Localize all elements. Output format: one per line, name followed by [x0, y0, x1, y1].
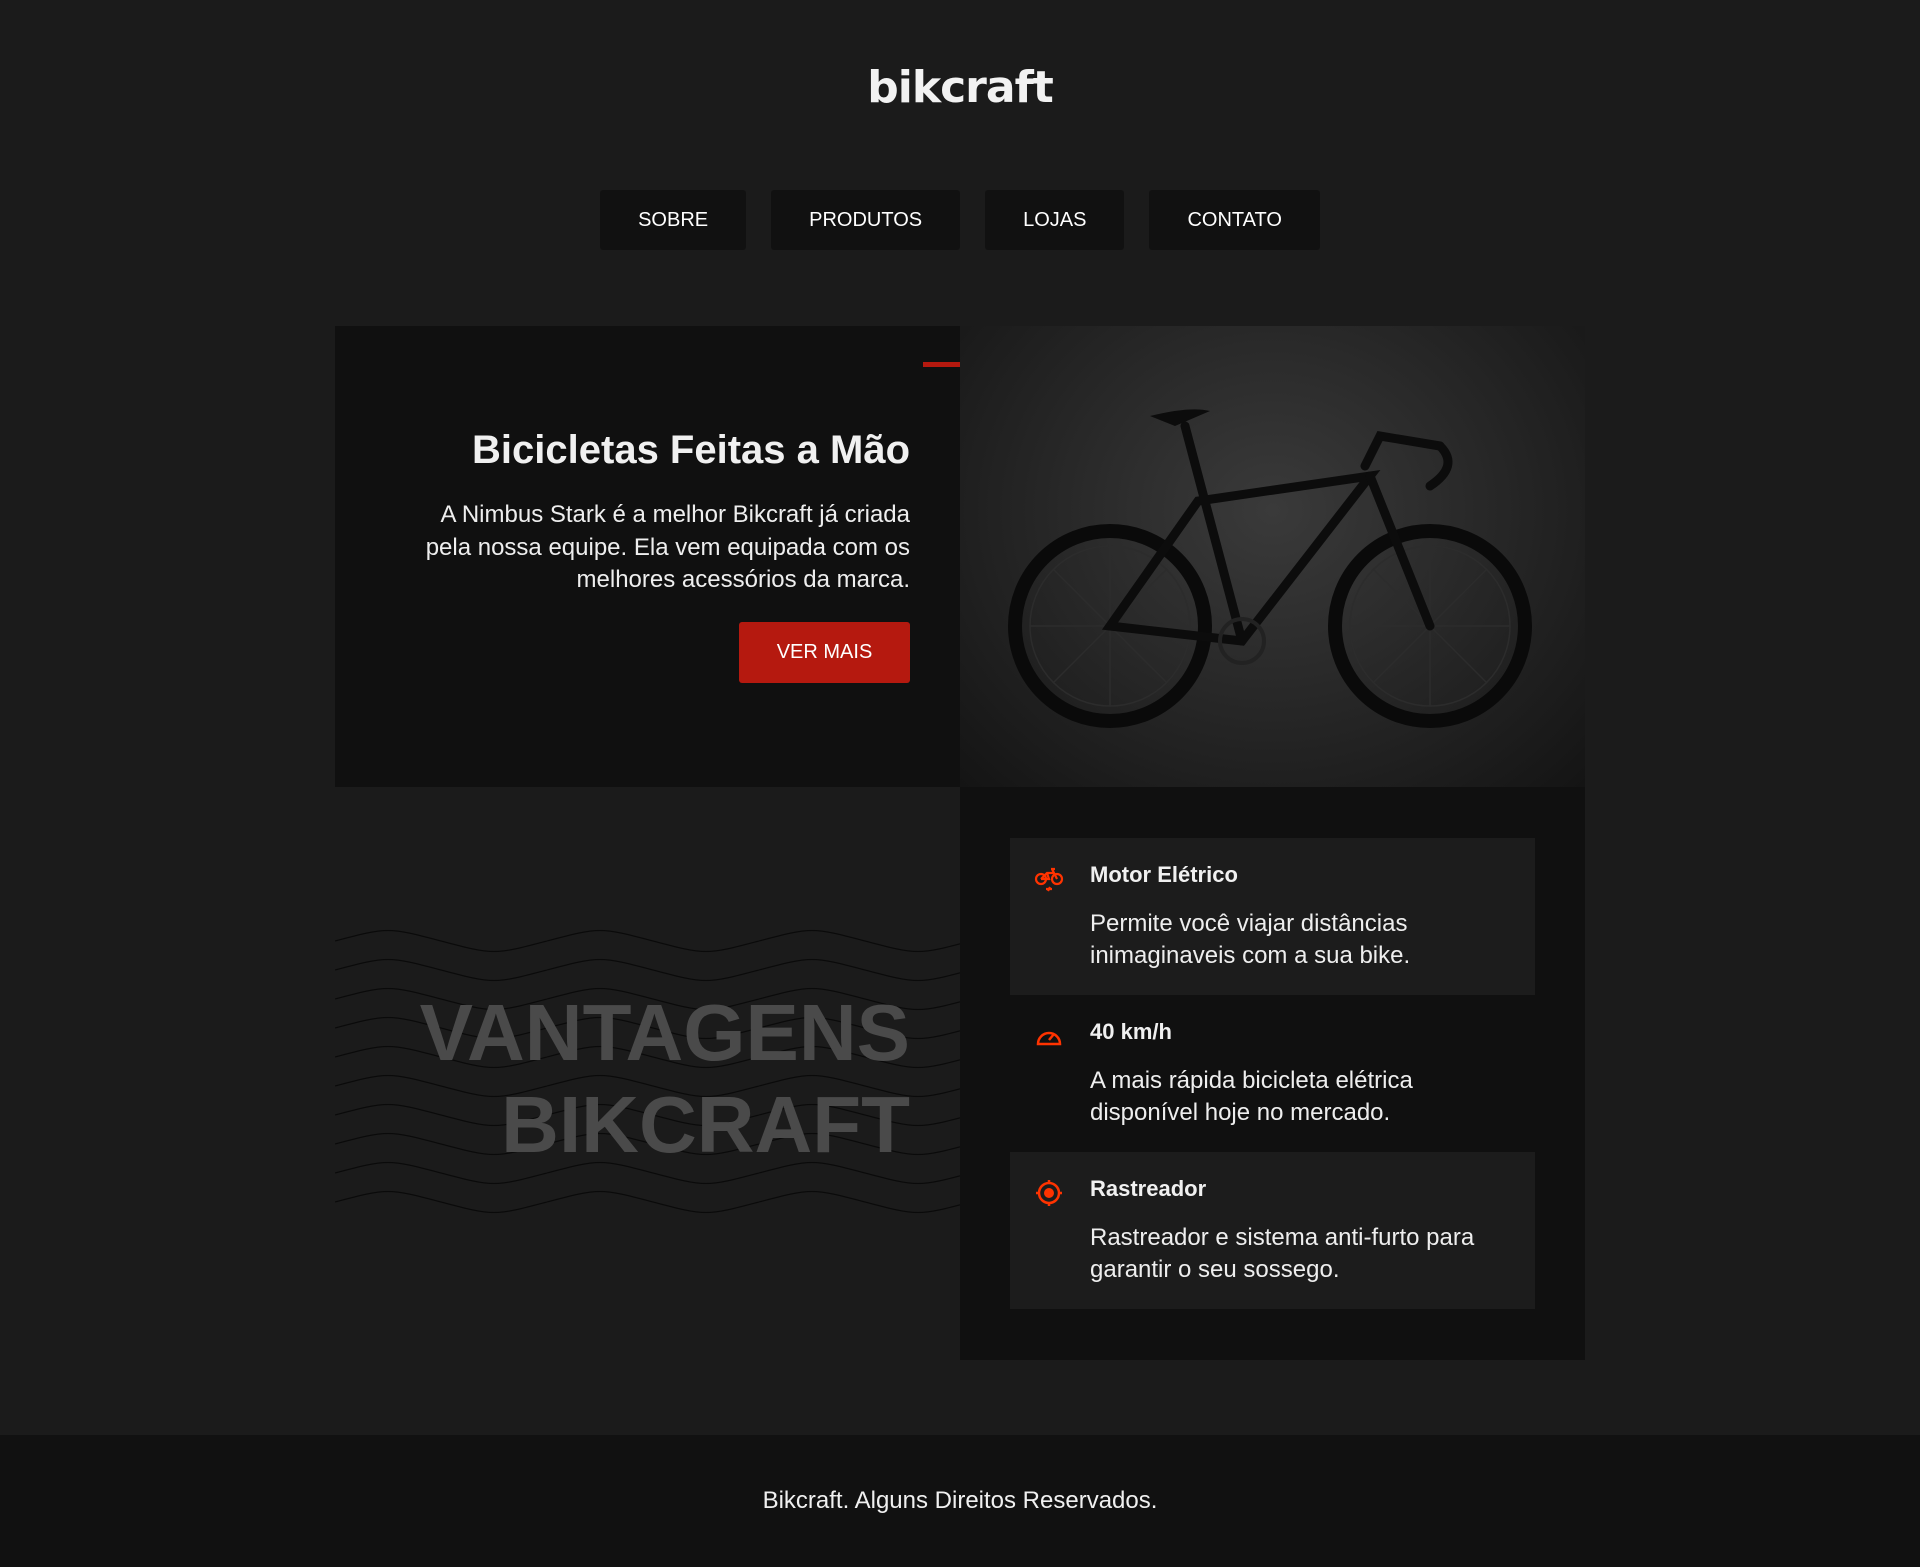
- advantages-title: VANTAGENS BIKCRAFT: [420, 987, 910, 1171]
- advantage-text: Rastreador e sistema anti-furto para gar…: [1090, 1224, 1475, 1283]
- speedometer-icon: [1036, 1031, 1062, 1046]
- advantage-item: Rastreador Rastreador e sistema anti-fur…: [1010, 1152, 1535, 1309]
- advantages-heading-area: VANTAGENS BIKCRAFT: [335, 787, 960, 1360]
- nav-contato[interactable]: CONTATO: [1149, 190, 1320, 250]
- advantage-item: 40 km/h A mais rápida bicicleta elétrica…: [1010, 995, 1535, 1152]
- nav-produtos[interactable]: PRODUTOS: [771, 190, 961, 250]
- hero: Bicicletas Feitas a Mão A Nimbus Stark é…: [335, 326, 1585, 787]
- bike-illustration: [1008, 409, 1532, 728]
- advantages-list: Motor Elétrico Permite você viajar distâ…: [960, 787, 1585, 1360]
- advantages-title-line2: BIKCRAFT: [501, 1080, 910, 1169]
- advantage-text: Permite você viajar distâncias inimagina…: [1090, 910, 1411, 969]
- nav-sobre[interactable]: SOBRE: [600, 190, 747, 250]
- advantage-text: A mais rápida bicicleta elétrica disponí…: [1090, 1067, 1413, 1126]
- main-nav: SOBRE PRODUTOS LOJAS CONTATO: [0, 190, 1920, 250]
- bike-image: [960, 326, 1585, 787]
- nav-lojas[interactable]: LOJAS: [985, 190, 1125, 250]
- advantages-title-line1: VANTAGENS: [419, 988, 910, 1077]
- target-icon: [1036, 1180, 1062, 1206]
- logo[interactable]: bikcraft: [0, 62, 1920, 113]
- footer: Bikcraft. Alguns Direitos Reservados.: [0, 1435, 1920, 1567]
- hero-text: A Nimbus Stark é a melhor Bikcraft já cr…: [425, 501, 910, 593]
- advantage-title: Motor Elétrico: [1090, 862, 1238, 887]
- footer-text: Bikcraft. Alguns Direitos Reservados.: [762, 1487, 1158, 1514]
- advantage-title: Rastreador: [1090, 1176, 1207, 1201]
- advantage-item: Motor Elétrico Permite você viajar distâ…: [1010, 838, 1535, 995]
- electric-bike-icon: [1034, 867, 1064, 892]
- advantage-title: 40 km/h: [1090, 1019, 1172, 1044]
- hero-title: Bicicletas Feitas a Mão: [472, 428, 910, 472]
- hero-content: Bicicletas Feitas a Mão A Nimbus Stark é…: [335, 326, 998, 787]
- ver-mais-button[interactable]: VER MAIS: [739, 622, 910, 683]
